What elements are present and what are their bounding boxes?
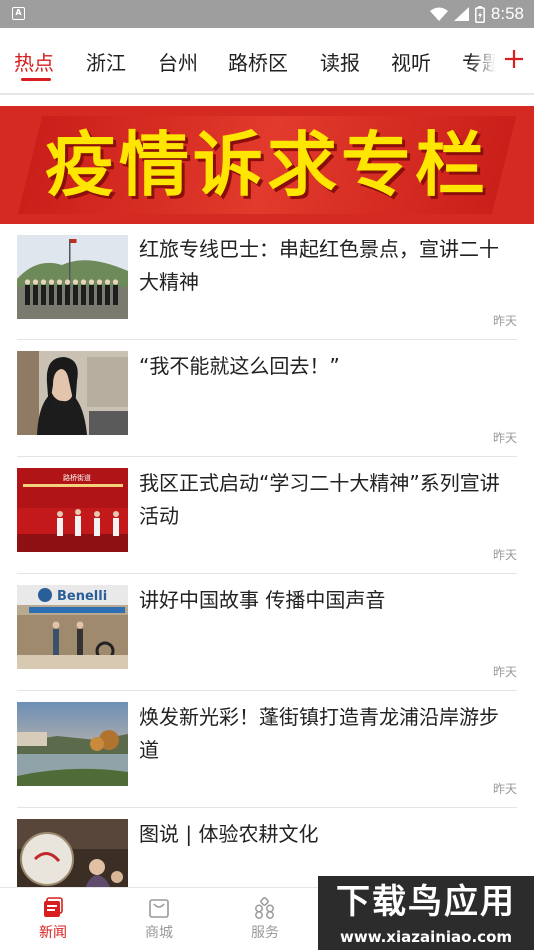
news-item[interactable]: 路桥街道 我区正式启动“学习二十大精神”系列宣讲活动 昨天 xyxy=(0,458,534,575)
nav-mall[interactable]: 商城 xyxy=(106,888,212,950)
nav-news-label: 新闻 xyxy=(39,925,67,941)
system-icons: 8:58 xyxy=(429,4,524,24)
tab-hot[interactable]: 热点 xyxy=(14,47,54,76)
news-divider xyxy=(17,339,517,340)
tab-luqiao[interactable]: 路桥区 xyxy=(228,47,288,76)
tab-audio-video[interactable]: 视听 xyxy=(391,47,431,76)
news-thumbnail xyxy=(17,351,128,435)
news-time: 昨天 xyxy=(492,782,517,796)
news-time: 昨天 xyxy=(492,314,517,328)
news-item[interactable]: 红旅专线巴士：串起红色景点，宣讲二十大精神 昨天 xyxy=(0,224,534,341)
notification-app-icon: A xyxy=(12,7,25,20)
tab-fade-overlay xyxy=(470,28,496,94)
svg-text:路桥街道: 路桥街道 xyxy=(63,473,91,482)
watermark-url: www.xiazainiao.com xyxy=(339,928,513,946)
nav-mall-label: 商城 xyxy=(145,925,173,941)
news-thumbnail: 路桥街道 xyxy=(17,468,128,552)
news-title: 焕发新光彩！蓬街镇打造青龙浦沿岸游步道 xyxy=(139,705,499,762)
tab-newspaper[interactable]: 读报 xyxy=(320,47,360,76)
clock: 8:58 xyxy=(490,4,524,23)
news-thumbnail xyxy=(17,702,128,786)
signal-icon xyxy=(453,7,469,21)
tab-taizhou[interactable]: 台州 xyxy=(158,47,198,76)
news-title: 讲好中国故事 传播中国声音 xyxy=(139,588,386,612)
wifi-icon xyxy=(429,7,448,21)
news-divider xyxy=(17,690,517,691)
news-time: 昨天 xyxy=(492,665,517,679)
news-divider xyxy=(17,573,517,574)
news-title: 我区正式启动“学习二十大精神”系列宣讲活动 xyxy=(139,471,500,528)
nav-services[interactable]: 服务 xyxy=(212,888,318,950)
news-title: “我不能就这么回去！” xyxy=(139,354,340,378)
news-item[interactable]: “我不能就这么回去！” 昨天 xyxy=(0,341,534,458)
tab-zhejiang[interactable]: 浙江 xyxy=(86,47,126,76)
watermark-title: 下载鸟应用 xyxy=(336,882,516,922)
nav-news[interactable]: 新闻 xyxy=(0,888,106,950)
site-watermark: 下载鸟应用 www.xiazainiao.com xyxy=(318,876,534,950)
news-title: 图说 | 体验农耕文化 xyxy=(139,822,319,846)
battery-icon xyxy=(474,5,485,23)
svg-text:Benelli: Benelli xyxy=(57,589,107,604)
news-item[interactable]: Benelli 讲好中国故事 传播中国声音 昨天 xyxy=(0,575,534,692)
news-icon xyxy=(44,897,63,917)
grid-services-icon xyxy=(255,897,274,919)
news-divider xyxy=(17,456,517,457)
tab-scroll-area[interactable]: 热点 浙江 台州 路桥区 读报 视听 专题 xyxy=(0,28,496,94)
news-time: 昨天 xyxy=(492,431,517,445)
tabs-divider xyxy=(0,93,534,95)
banner-title: 疫情诉求专栏 xyxy=(45,124,489,206)
epidemic-banner[interactable]: 疫情诉求专栏 xyxy=(0,106,534,224)
news-time: 昨天 xyxy=(492,548,517,562)
news-divider xyxy=(17,807,517,808)
nav-services-label: 服务 xyxy=(251,925,279,941)
status-bar: A 8:58 xyxy=(0,0,534,28)
news-thumbnail xyxy=(17,235,128,319)
active-tab-indicator xyxy=(21,78,51,81)
shopping-bag-icon xyxy=(149,899,169,918)
news-item[interactable]: 焕发新光彩！蓬街镇打造青龙浦沿岸游步道 昨天 xyxy=(0,692,534,809)
news-title: 红旅专线巴士：串起红色景点，宣讲二十大精神 xyxy=(139,237,499,294)
news-thumbnail: Benelli xyxy=(17,585,128,669)
channel-tab-bar: 热点 浙江 台州 路桥区 读报 视听 专题 xyxy=(0,28,534,94)
plus-icon[interactable] xyxy=(499,44,529,74)
